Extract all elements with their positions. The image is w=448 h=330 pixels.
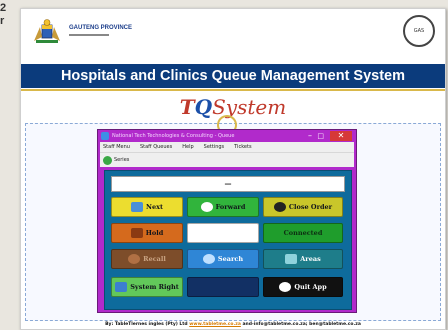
empty-button[interactable] — [187, 277, 259, 297]
maximize-button[interactable]: □ — [317, 131, 324, 141]
next-button[interactable]: Next — [111, 197, 183, 217]
hold-icon — [130, 228, 143, 238]
arrow-right-icon — [131, 202, 144, 212]
footer-suffix: and-info@tabletme.co.za; ben@tabletme.co… — [242, 322, 361, 327]
series-button[interactable]: Series — [103, 154, 129, 166]
app-icon — [101, 132, 109, 140]
footer-link[interactable]: www.tabletme.co.za — [189, 322, 241, 327]
blank-button[interactable] — [187, 223, 259, 243]
recall-icon — [128, 254, 141, 264]
slide: GAUTENG PROVINCE GAS Hospitals and Clini… — [20, 8, 446, 330]
forward-button[interactable]: Forward — [187, 197, 259, 217]
forward-icon — [200, 202, 213, 212]
quit-app-label: Quit App — [294, 283, 327, 291]
menu-tickets[interactable]: Tickets — [234, 142, 251, 152]
province-subtitle-line — [69, 34, 109, 36]
footer-credit: By: TableTlernes ingles (Pty) Ltd www.ta… — [65, 321, 401, 329]
page-title: Hospitals and Clinics Queue Management S… — [21, 64, 445, 88]
side-text-line-2: r — [0, 15, 5, 27]
search-label: Search — [217, 255, 244, 263]
menu-help[interactable]: Help — [182, 142, 193, 152]
department-seal: GAS — [403, 15, 435, 47]
close-button[interactable]: ✕ — [330, 131, 352, 141]
logo-letter-q: Q — [194, 95, 213, 119]
forward-label: Forward — [215, 203, 246, 211]
areas-label: Areas — [300, 255, 321, 263]
ticket-display: — — [111, 176, 345, 192]
coat-of-arms-icon — [34, 19, 60, 43]
menu-staff-menu[interactable]: Staff Menu — [103, 142, 130, 152]
tqs-logo: TQSystem — [21, 95, 445, 119]
connected-button[interactable]: Connected — [263, 223, 343, 243]
system-right-icon — [115, 282, 128, 292]
search-button[interactable]: Search — [187, 249, 259, 269]
recall-label: Recall — [143, 255, 166, 263]
close-order-label: Close Order — [288, 203, 333, 211]
window-title: National Tech Technologies & Consulting … — [112, 133, 235, 139]
footer-prefix: By: TableTlernes ingles (Pty) Ltd — [105, 322, 188, 327]
search-icon — [202, 254, 215, 264]
next-label: Next — [146, 203, 163, 211]
title-divider — [21, 89, 445, 91]
minimize-button[interactable]: – — [308, 131, 312, 141]
gear-icon — [279, 282, 292, 292]
province-name: GAUTENG PROVINCE — [69, 25, 133, 31]
menu-staff-queues[interactable]: Staff Queues — [140, 142, 172, 152]
side-text-line-1: 2 — [0, 2, 7, 14]
connected-label: Connected — [283, 229, 323, 237]
areas-icon — [285, 254, 298, 264]
series-label: Series — [114, 157, 130, 163]
seal-text: GAS — [413, 28, 425, 34]
series-icon — [103, 155, 112, 165]
close-order-button[interactable]: Close Order — [263, 197, 343, 217]
quit-app-button[interactable]: Quit App — [263, 277, 343, 297]
logo-letter-t: T — [179, 95, 195, 119]
areas-button[interactable]: Areas — [263, 249, 343, 269]
toolbar: Series — [100, 152, 354, 167]
app-window: National Tech Technologies & Consulting … — [97, 129, 357, 313]
hold-button[interactable]: Hold — [111, 223, 183, 243]
queue-panel: — Next Forward Close Order Hold Connecte… — [104, 170, 352, 310]
system-right-label: System Right — [130, 283, 179, 291]
recall-button[interactable]: Recall — [111, 249, 183, 269]
system-right-button[interactable]: System Right — [111, 277, 183, 297]
radiation-icon — [273, 202, 286, 212]
hold-label: Hold — [145, 229, 164, 237]
menu-bar: Staff Menu Staff Queues Help Settings Ti… — [100, 142, 354, 152]
side-text: 2 r — [0, 2, 6, 28]
menu-settings[interactable]: Settings — [204, 142, 225, 152]
